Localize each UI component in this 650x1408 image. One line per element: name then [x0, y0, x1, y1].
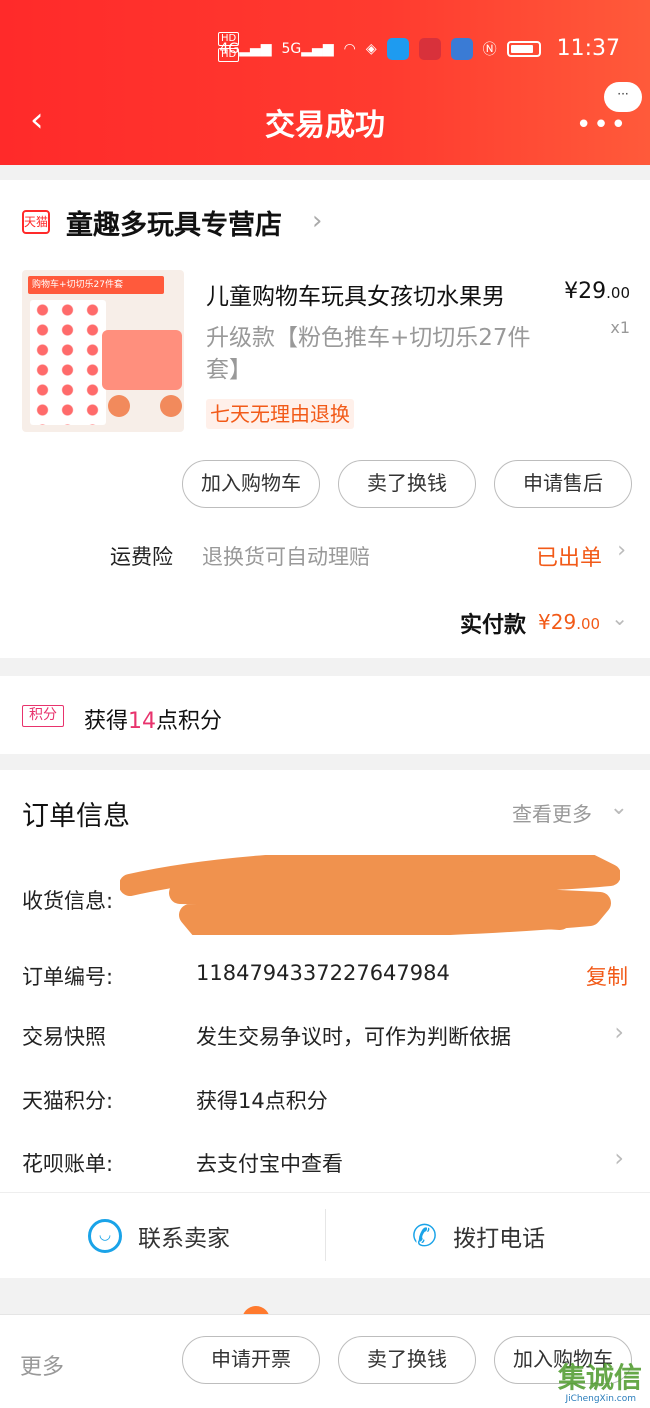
watermark-logo: 集诚信: [557, 1361, 642, 1394]
shop-name[interactable]: 童趣多玩具专营店: [66, 203, 282, 242]
message-bubble-icon[interactable]: ···: [604, 82, 642, 112]
product-image-tag: 购物车+切切乐27件套: [28, 276, 164, 294]
status-bar: HD HD 4G▂▄▆ 5G▂▄▆ ◠ ◈ Ⓝ 11:37: [0, 28, 650, 68]
chevron-right-icon[interactable]: ›: [312, 206, 322, 236]
order-number-value: 1184794337227647984: [196, 961, 450, 985]
huabei-bill-value[interactable]: 去支付宝中查看: [196, 1148, 343, 1178]
status-time: 11:37: [556, 36, 620, 61]
chevron-right-icon[interactable]: ›: [617, 538, 626, 563]
points-number: 14: [128, 709, 157, 734]
signal-5g-label: 5G: [281, 40, 302, 57]
shipping-insurance-status[interactable]: 已出单: [536, 540, 602, 572]
tmall-logo-icon: 天猫: [22, 210, 50, 234]
order-info-more[interactable]: 查看更多: [512, 798, 592, 827]
battery-icon: [506, 40, 541, 57]
return-policy-badge: 七天无理由退换: [206, 399, 354, 429]
resell-button[interactable]: 卖了换钱: [338, 460, 476, 508]
product-image-wheel: [108, 395, 130, 417]
payment-value-main: ¥29: [538, 610, 577, 634]
phone-icon: ✆: [412, 1218, 438, 1254]
chevron-down-icon[interactable]: ⌄: [611, 606, 628, 630]
huabei-bill-label: 花呗账单:: [22, 1152, 114, 1176]
call-phone-label: 拨打电话: [453, 1226, 546, 1252]
status-icons: 4G▂▄▆ 5G▂▄▆ ◠ ◈ Ⓝ 11:37: [219, 36, 620, 61]
divider: [325, 1209, 326, 1261]
shipping-insurance-label: 运费险: [110, 545, 173, 569]
product-price-decimal: .00: [606, 284, 630, 302]
add-to-cart-button[interactable]: 加入购物车: [182, 460, 320, 508]
snapshot-label: 交易快照: [22, 1025, 106, 1049]
product-image-fruits: [30, 300, 106, 425]
payment-label: 实付款: [460, 613, 527, 638]
product-quantity: x1: [610, 318, 630, 337]
page-title: 交易成功: [265, 108, 385, 143]
order-info-title: 订单信息: [22, 801, 130, 832]
header-bar: HD HD 4G▂▄▆ 5G▂▄▆ ◠ ◈ Ⓝ 11:37 ‹ 交易成功 ···…: [0, 0, 650, 165]
watermark-url: JiChengXin.com: [565, 1394, 636, 1404]
redaction-scribble: [120, 855, 620, 935]
wifi-icon: ◠: [343, 40, 356, 57]
app-icon-1: [386, 37, 409, 60]
signal-4g-label: 4G: [219, 40, 240, 57]
product-image-wheel: [160, 395, 182, 417]
points-prefix: 获得: [84, 709, 129, 734]
payment-value-decimal: .00: [576, 615, 601, 633]
copy-button[interactable]: 复制: [586, 961, 628, 991]
product-image[interactable]: 购物车+切切乐27件套: [22, 270, 184, 432]
signal-4g-icon: 4G▂▄▆: [219, 40, 272, 57]
points-badge: 积分: [22, 705, 64, 727]
chevron-right-icon[interactable]: ›: [614, 1144, 624, 1172]
tmall-points-label: 天猫积分:: [22, 1089, 114, 1113]
snapshot-value[interactable]: 发生交易争议时，可作为判断依据: [196, 1021, 511, 1051]
after-sale-button[interactable]: 申请售后: [494, 460, 632, 508]
contact-seller-label: 联系卖家: [138, 1226, 230, 1252]
product-title[interactable]: 儿童购物车玩具女孩切水果男: [206, 277, 546, 311]
product-price-main: ¥29: [564, 279, 607, 304]
chevron-down-icon[interactable]: ⌄: [610, 795, 628, 820]
nfc-icon: Ⓝ: [482, 41, 497, 58]
chat-face-icon: ◡: [88, 1219, 122, 1253]
contact-bar: ◡ 联系卖家 ✆ 拨打电话: [0, 1192, 650, 1278]
points-suffix: 点积分: [156, 709, 223, 734]
resell-button[interactable]: 卖了换钱: [338, 1336, 476, 1384]
points-text: 获得14点积分: [84, 703, 222, 735]
invoice-button[interactable]: 申请开票: [182, 1336, 320, 1384]
shipping-insurance-desc: 退换货可自动理赔: [202, 545, 370, 569]
app-icon-3: [450, 37, 473, 60]
product-image-cart: [102, 330, 182, 390]
call-phone-button[interactable]: ✆ 拨打电话: [412, 1193, 545, 1279]
payment-value: ¥29.00: [538, 610, 600, 634]
product-price: ¥29.00: [564, 279, 630, 304]
app-icon-2: [418, 37, 441, 60]
chevron-right-icon[interactable]: ›: [614, 1018, 624, 1046]
tmall-points-value: 获得14点积分: [196, 1089, 328, 1113]
order-number-label: 订单编号:: [22, 965, 114, 989]
signal-5g-icon: 5G▂▄▆: [281, 40, 334, 57]
shipping-info-label: 收货信息:: [22, 889, 114, 913]
shield-icon: ◈: [365, 40, 377, 57]
product-spec: 升级款【粉色推车+切切乐27件套】: [206, 325, 531, 383]
more-menu-icon[interactable]: •••: [576, 110, 628, 140]
more-button[interactable]: 更多: [20, 1349, 64, 1381]
contact-seller-button[interactable]: ◡ 联系卖家: [88, 1193, 230, 1279]
